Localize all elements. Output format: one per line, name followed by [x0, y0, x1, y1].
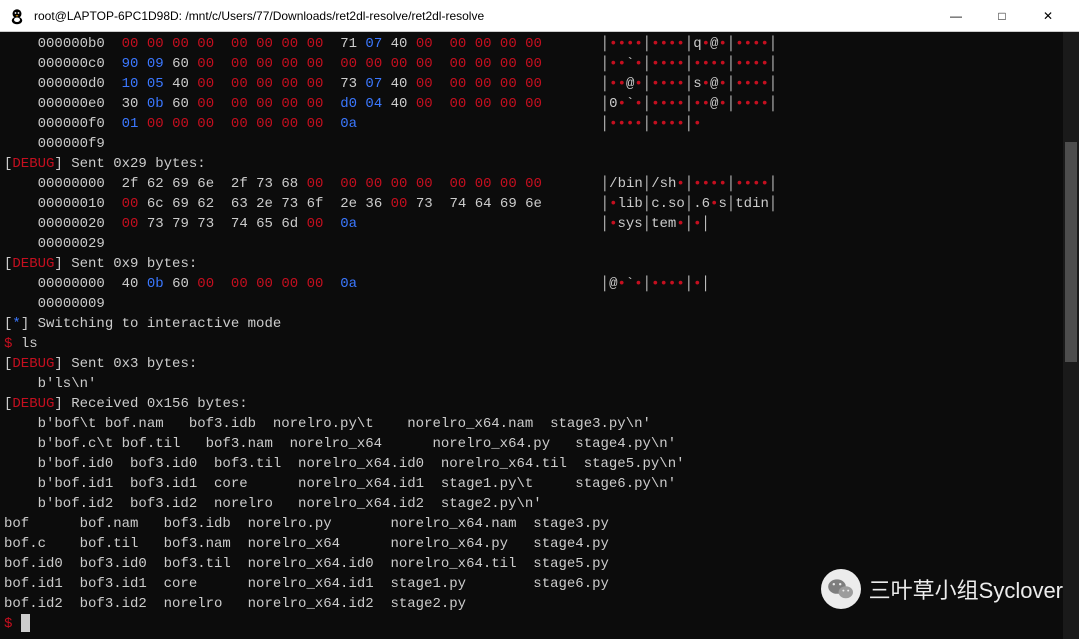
wechat-icon — [821, 569, 861, 609]
watermark: 三叶草小组Syclover — [821, 569, 1063, 609]
watermark-text: 三叶草小组Syclover — [869, 573, 1063, 605]
minimize-button[interactable]: — — [933, 0, 979, 32]
window-title-bar: root@LAPTOP-6PC1D98D: /mnt/c/Users/77/Do… — [0, 0, 1079, 32]
window-controls: — □ ✕ — [933, 0, 1071, 32]
terminal-output[interactable]: 000000b0 00 00 00 00 00 00 00 00 71 07 4… — [0, 32, 1079, 636]
scrollbar-vertical[interactable] — [1063, 32, 1079, 639]
close-button[interactable]: ✕ — [1025, 0, 1071, 32]
window-title: root@LAPTOP-6PC1D98D: /mnt/c/Users/77/Do… — [34, 9, 933, 23]
maximize-button[interactable]: □ — [979, 0, 1025, 32]
scroll-thumb[interactable] — [1065, 142, 1077, 362]
tux-icon — [8, 7, 26, 25]
